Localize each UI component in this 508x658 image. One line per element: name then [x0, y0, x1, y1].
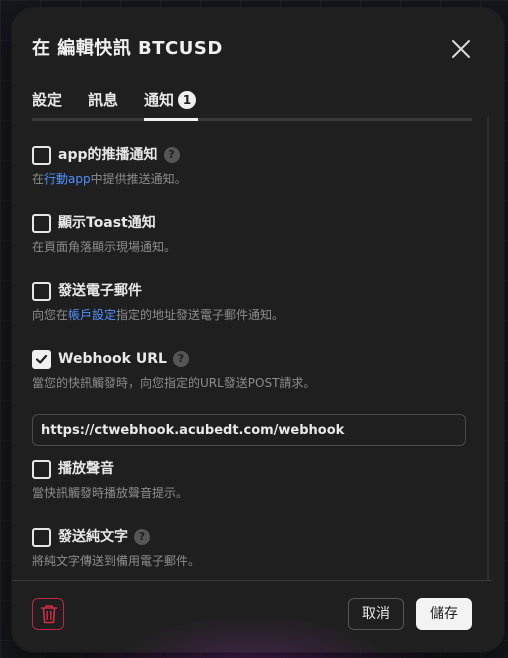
- sound-label[interactable]: 播放聲音: [58, 458, 114, 480]
- save-button[interactable]: 儲存: [416, 598, 472, 630]
- tab-bar: 設定 訊息 通知 1: [32, 82, 472, 122]
- tab-message[interactable]: 訊息: [88, 90, 118, 110]
- app-push-option: app的推播通知? 在行動app中提供推送通知。: [32, 144, 472, 188]
- toast-option: 顯示Toast通知 在頁面角落顯示現場通知。: [32, 212, 472, 256]
- plain-text-option: 發送純文字? 將純文字傳送到備用電子郵件。: [32, 526, 472, 570]
- notifications-panel: app的推播通知? 在行動app中提供推送通知。 顯示Toast通知 在頁面角落…: [32, 122, 472, 582]
- tab-settings[interactable]: 設定: [32, 90, 62, 110]
- app-push-description: 在行動app中提供推送通知。: [32, 172, 187, 186]
- active-tab-underline: [144, 118, 198, 121]
- toast-description: 在頁面角落顯示現場通知。: [32, 240, 177, 254]
- trash-icon: [40, 605, 58, 624]
- footer-divider: [12, 580, 492, 581]
- email-description: 向您在帳戶設定指定的地址發送電子郵件通知。: [32, 308, 285, 322]
- webhook-description: 當您的快訊觸發時，向您指定的URL發送POST請求。: [32, 376, 316, 390]
- plain-text-checkbox[interactable]: [32, 528, 51, 547]
- close-button[interactable]: [448, 36, 474, 62]
- tab-track: [32, 118, 472, 121]
- toast-label[interactable]: 顯示Toast通知: [58, 212, 156, 234]
- dialog-header: 在 編輯快訊 BTCUSD: [32, 38, 484, 68]
- toast-checkbox[interactable]: [32, 214, 51, 233]
- help-icon[interactable]: ?: [134, 529, 150, 545]
- alert-edit-dialog: 在 編輯快訊 BTCUSD 設定 訊息 通知 1 app的推播通知? 在行動app…: [12, 8, 504, 652]
- account-settings-link[interactable]: 帳戶設定: [68, 308, 116, 322]
- scrollbar-track[interactable]: [487, 118, 489, 580]
- help-icon[interactable]: ?: [163, 147, 180, 163]
- tab-notifications-badge: 1: [178, 91, 197, 109]
- app-push-checkbox[interactable]: [32, 146, 51, 165]
- cancel-button[interactable]: 取消: [348, 598, 404, 630]
- tab-settings-label: 設定: [32, 91, 63, 109]
- delete-button[interactable]: [32, 598, 64, 630]
- webhook-option: Webhook URL? 當您的快訊觸發時，向您指定的URL發送POST請求。: [32, 348, 472, 452]
- webhook-url-input[interactable]: [32, 414, 466, 446]
- tab-message-label: 訊息: [88, 91, 119, 109]
- sound-description: 當快訊觸發時播放聲音提示。: [32, 486, 189, 500]
- sound-option: 播放聲音 當快訊觸發時播放聲音提示。: [32, 458, 472, 502]
- app-push-label[interactable]: app的推播通知?: [58, 144, 180, 166]
- email-option: 發送電子郵件 向您在帳戶設定指定的地址發送電子郵件通知。: [32, 280, 472, 324]
- tab-notifications[interactable]: 通知 1: [144, 90, 197, 110]
- close-icon: [452, 40, 470, 58]
- help-icon[interactable]: ?: [172, 351, 189, 367]
- mobile-app-link[interactable]: 行動app: [44, 172, 91, 186]
- tab-notifications-label: 通知: [144, 91, 175, 109]
- webhook-checkbox[interactable]: [32, 350, 51, 369]
- plain-text-label[interactable]: 發送純文字?: [58, 526, 150, 548]
- plain-text-description: 將純文字傳送到備用電子郵件。: [32, 554, 201, 568]
- webhook-label[interactable]: Webhook URL?: [58, 348, 189, 370]
- dialog-title: 在 編輯快訊 BTCUSD: [32, 38, 223, 59]
- email-label[interactable]: 發送電子郵件: [58, 280, 142, 302]
- sound-checkbox[interactable]: [32, 460, 51, 479]
- checkmark-icon: [35, 354, 48, 364]
- email-checkbox[interactable]: [32, 282, 51, 301]
